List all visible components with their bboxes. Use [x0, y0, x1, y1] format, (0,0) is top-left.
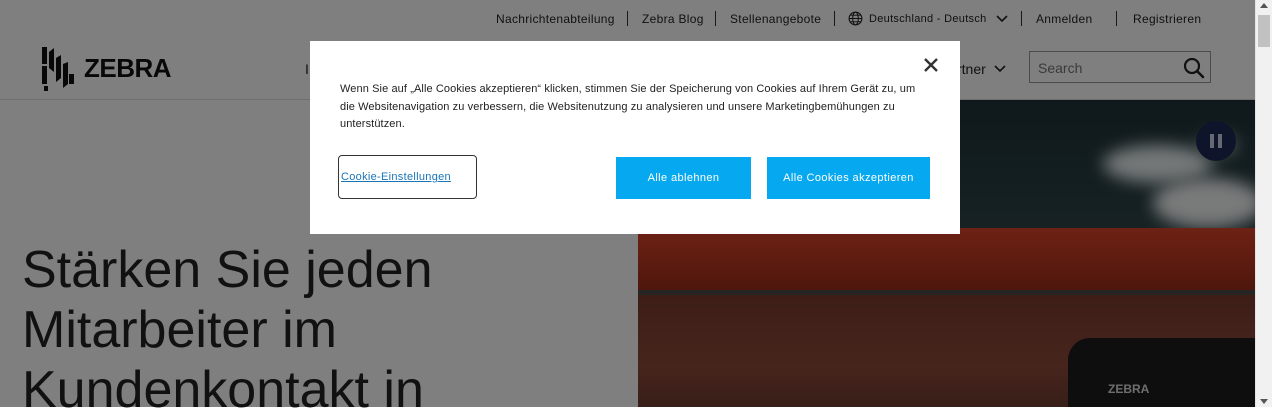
page-scrollbar[interactable]: [1255, 0, 1272, 407]
scroll-down-arrow[interactable]: [1260, 399, 1268, 404]
reject-all-button[interactable]: Alle ablehnen: [616, 157, 751, 199]
cookie-consent-dialog: Wenn Sie auf „Alle Cookies akzeptieren“ …: [310, 41, 960, 234]
scroll-thumb[interactable]: [1258, 15, 1270, 47]
scroll-up-arrow[interactable]: [1260, 3, 1268, 8]
accept-all-button[interactable]: Alle Cookies akzeptieren: [767, 157, 930, 199]
cookie-consent-text: Wenn Sie auf „Alle Cookies akzeptieren“ …: [340, 83, 916, 130]
cookie-settings-button[interactable]: Cookie-Einstellungen: [338, 155, 477, 199]
close-icon[interactable]: [921, 55, 941, 75]
